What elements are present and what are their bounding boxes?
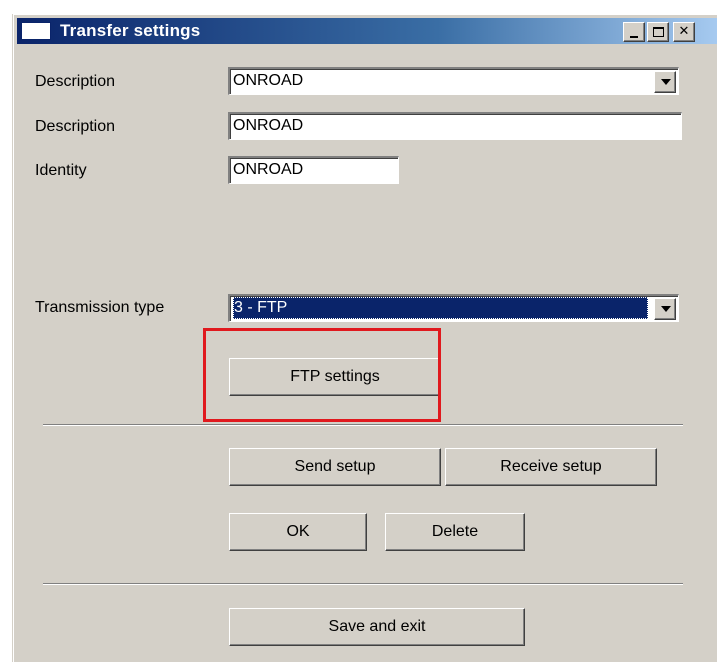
description-text-label: Description xyxy=(35,118,116,135)
separator-top xyxy=(43,424,683,426)
send-setup-button[interactable]: Send setup xyxy=(229,448,441,486)
transfer-settings-window: Transfer settings ✕ Description ONROAD D… xyxy=(12,14,717,662)
close-icon: ✕ xyxy=(678,24,690,39)
ok-button[interactable]: OK xyxy=(229,513,367,551)
window-icon xyxy=(21,22,51,40)
highlight-box xyxy=(203,328,441,422)
description-dropdown[interactable]: ONROAD xyxy=(228,67,679,95)
delete-button[interactable]: Delete xyxy=(385,513,525,551)
identity-label: Identity xyxy=(35,162,87,179)
description-text-value: ONROAD xyxy=(233,117,304,134)
transmission-type-value: 3 - FTP xyxy=(233,297,648,319)
identity-field[interactable]: ONROAD xyxy=(228,156,399,184)
transmission-type-dropdown[interactable]: 3 - FTP xyxy=(228,294,679,322)
transmission-type-label: Transmission type xyxy=(35,299,165,316)
minimize-icon xyxy=(630,36,638,38)
save-and-exit-button[interactable]: Save and exit xyxy=(229,608,525,646)
chevron-down-icon[interactable] xyxy=(654,298,676,320)
description-text-field[interactable]: ONROAD xyxy=(228,112,682,140)
separator-bottom xyxy=(43,583,683,585)
window-title: Transfer settings xyxy=(60,21,201,40)
minimize-button[interactable] xyxy=(623,22,645,42)
description-dropdown-label: Description xyxy=(35,73,116,90)
close-button[interactable]: ✕ xyxy=(673,22,695,42)
title-bar[interactable]: Transfer settings ✕ xyxy=(17,18,717,44)
maximize-icon xyxy=(652,27,664,37)
chevron-down-icon[interactable] xyxy=(654,71,676,93)
description-dropdown-value: ONROAD xyxy=(233,72,304,89)
identity-value: ONROAD xyxy=(233,161,304,178)
receive-setup-button[interactable]: Receive setup xyxy=(445,448,657,486)
maximize-button[interactable] xyxy=(647,22,669,42)
